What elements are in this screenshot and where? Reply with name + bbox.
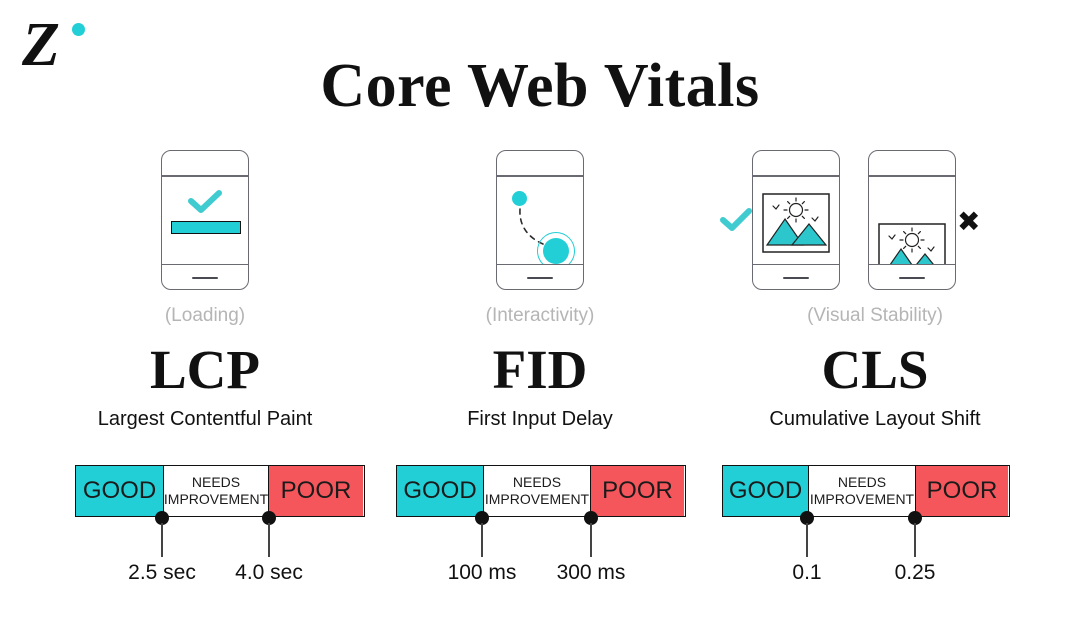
cls-illustration: ✖ <box>680 140 1070 305</box>
phone-home-indicator <box>527 277 553 279</box>
lcp-band-poor: POOR <box>269 466 363 516</box>
lcp-acronym: LCP <box>150 339 260 400</box>
cls-band-good: GOOD <box>723 466 808 516</box>
fid-rating-bar: GOOD NEEDS IMPROVEMENT POOR <box>396 465 686 517</box>
phone-bottom-divider <box>162 263 248 265</box>
fid-full-name: First Input Delay <box>467 408 613 430</box>
phone-loading-icon <box>161 150 249 290</box>
cls-rating-scale: GOOD NEEDS IMPROVEMENT POOR 0.1 0.25 <box>722 465 1010 584</box>
metric-card-fid: (Interactivity) FID First Input Delay <box>350 140 730 431</box>
needs-label-line1: NEEDS <box>191 474 241 490</box>
metric-card-lcp: (Loading) LCP Largest Contentful Paint <box>15 140 395 431</box>
lcp-threshold-poor-value: 4.0 sec <box>235 561 303 584</box>
cls-band-poor: POOR <box>916 466 1008 516</box>
phone-layout-shifted-icon <box>868 150 956 290</box>
brand-dot-icon <box>72 23 85 36</box>
lcp-rating-bar: GOOD NEEDS IMPROVEMENT POOR <box>75 465 365 517</box>
fid-category-label: (Interactivity) <box>485 305 595 326</box>
needs-label-line2: IMPROVEMENT <box>809 491 915 507</box>
fid-rating-scale: GOOD NEEDS IMPROVEMENT POOR 100 ms 300 m… <box>396 465 686 584</box>
fid-band-poor: POOR <box>591 466 684 516</box>
phone-bottom-divider <box>753 263 839 265</box>
fid-threshold-good-value: 100 ms <box>447 561 517 584</box>
threshold-stem <box>268 523 270 557</box>
close-icon: ✖ <box>957 205 981 238</box>
threshold-stem <box>806 523 808 557</box>
lcp-full-name: Largest Contentful Paint <box>97 408 313 430</box>
page-title: Core Web Vitals <box>320 52 760 120</box>
phone-screen <box>497 177 583 264</box>
phone-screen <box>753 177 839 264</box>
phone-home-indicator <box>899 277 925 279</box>
cls-category-label: (Visual Stability) <box>807 305 943 326</box>
image-placeholder-shifted-icon <box>878 222 946 264</box>
cls-rating-bar: GOOD NEEDS IMPROVEMENT POOR <box>722 465 1010 517</box>
phone-home-indicator <box>783 277 809 279</box>
cls-full-name: Cumulative Layout Shift <box>769 408 981 430</box>
tap-target-dot-icon <box>543 237 569 264</box>
fid-illustration <box>350 140 730 305</box>
needs-label-line2: IMPROVEMENT <box>163 491 269 507</box>
phone-screen <box>869 177 955 264</box>
needs-label-line2: IMPROVEMENT <box>484 491 590 507</box>
fid-band-good: GOOD <box>397 466 483 516</box>
phone-home-indicator <box>192 277 218 279</box>
cls-band-needs-improvement: NEEDS IMPROVEMENT <box>808 466 916 516</box>
phone-tap-icon <box>496 150 584 290</box>
threshold-stem <box>481 523 483 557</box>
lcp-band-needs-improvement: NEEDS IMPROVEMENT <box>163 466 269 516</box>
lcp-rating-scale: GOOD NEEDS IMPROVEMENT POOR 2.5 sec 4.0 … <box>75 465 365 584</box>
fid-band-needs-improvement: NEEDS IMPROVEMENT <box>483 466 591 516</box>
needs-label-line1: NEEDS <box>512 474 562 490</box>
input-origin-dot-icon <box>512 190 527 206</box>
cls-threshold-poor-value: 0.25 <box>894 561 936 584</box>
infographic-canvas: Z Core Web Vitals (Loading) LCP Largest … <box>0 0 1080 617</box>
fid-acronym: FID <box>492 339 588 400</box>
fid-threshold-poor-value: 300 ms <box>556 561 626 584</box>
lcp-threshold-good-value: 2.5 sec <box>128 561 196 584</box>
threshold-stem <box>161 523 163 557</box>
metric-card-cls: ✖ (Visual Stability) CLS Cumulative Layo… <box>680 140 1070 431</box>
image-placeholder-icon <box>762 192 830 253</box>
phone-layout-stable-icon <box>752 150 840 290</box>
cls-acronym: CLS <box>821 339 929 400</box>
check-icon <box>720 208 752 231</box>
lcp-band-good: GOOD <box>76 466 163 516</box>
lcp-category-label: (Loading) <box>164 305 246 326</box>
needs-label-line1: NEEDS <box>837 474 887 490</box>
phone-bottom-divider <box>869 263 955 265</box>
phone-screen <box>162 177 248 264</box>
largest-content-block-icon <box>171 220 241 234</box>
threshold-stem <box>590 523 592 557</box>
lcp-illustration <box>15 140 395 305</box>
check-icon <box>188 189 222 213</box>
cls-threshold-good-value: 0.1 <box>792 561 822 584</box>
phone-bottom-divider <box>497 263 583 265</box>
threshold-stem <box>914 523 916 557</box>
